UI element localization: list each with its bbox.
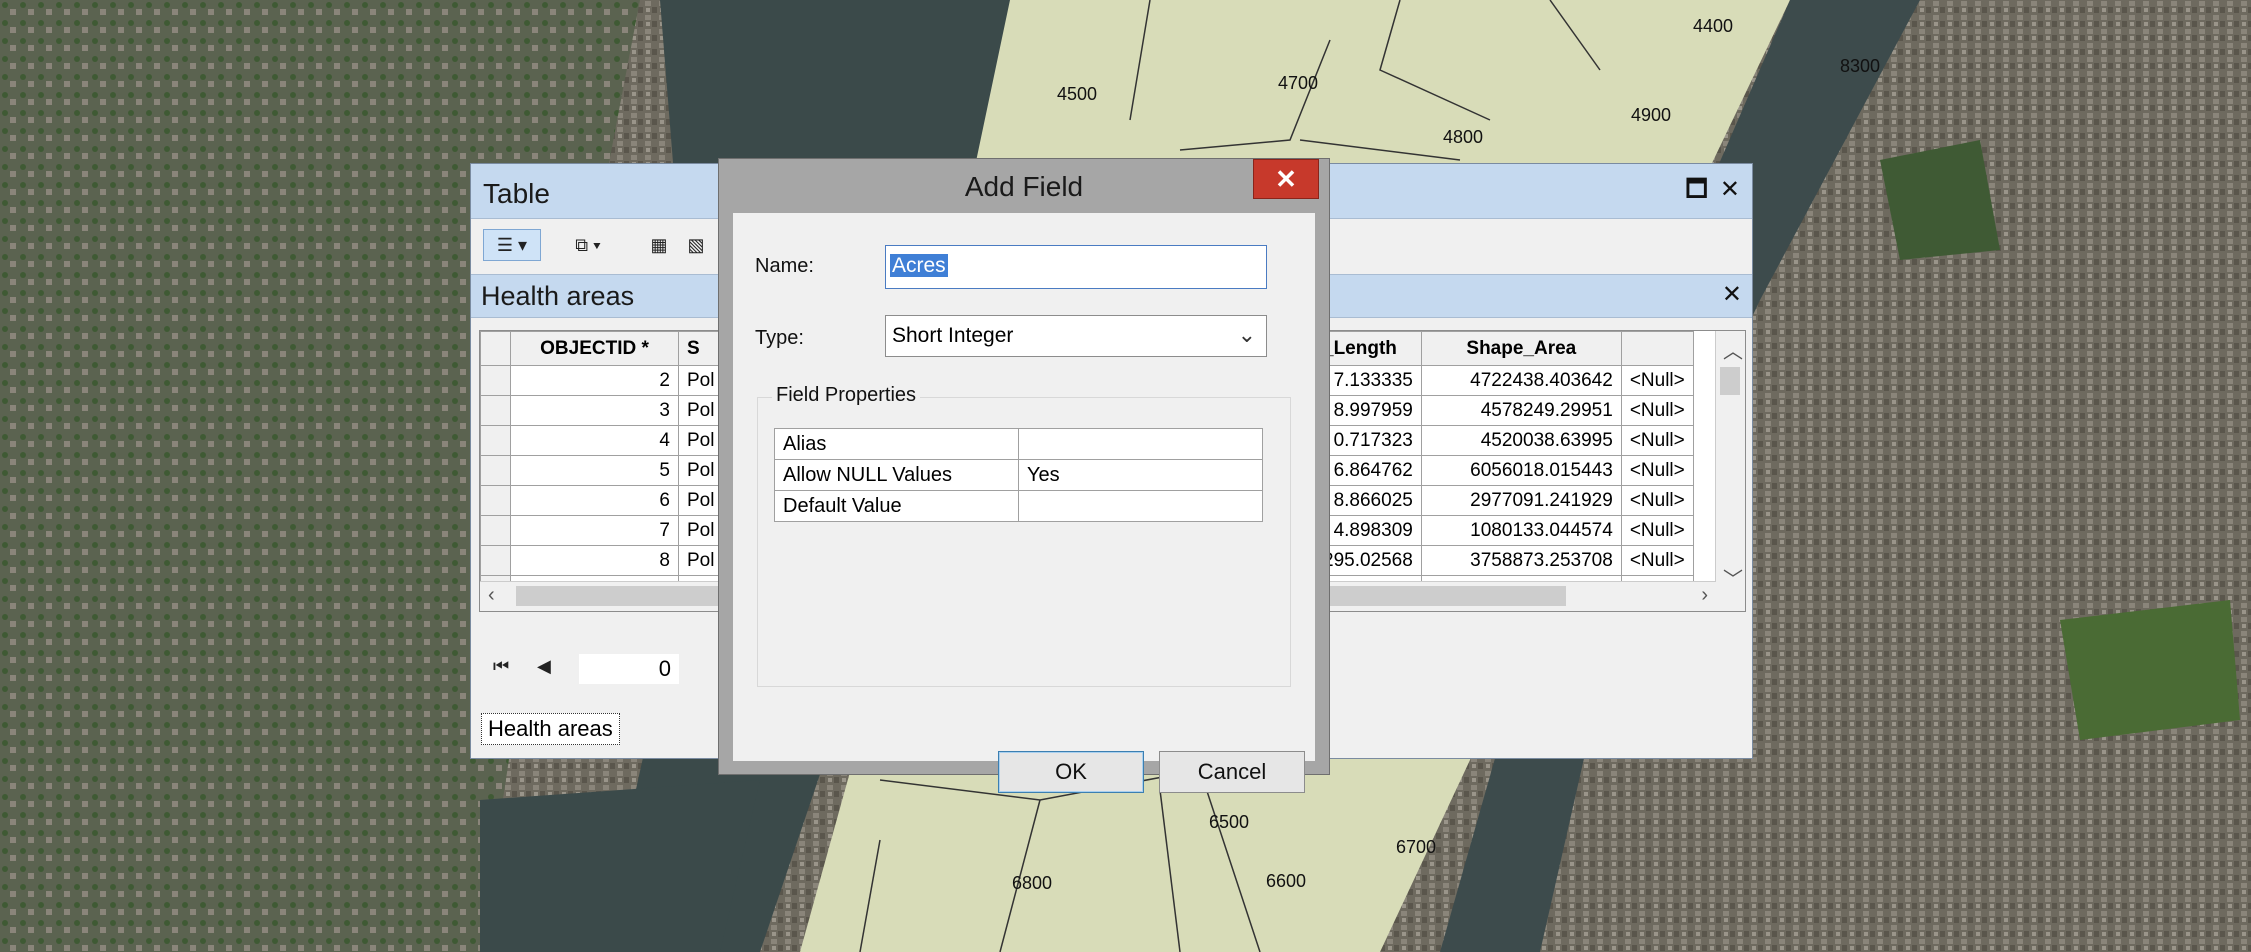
chevron-down-icon[interactable]: ⌄: [1238, 322, 1256, 348]
add-field-dialog: Add Field ✕ Name: Acres Type: Short Inte…: [718, 158, 1330, 793]
cell-shape-area[interactable]: 6056018.015443: [1420, 455, 1622, 486]
field-properties-legend: Field Properties: [772, 384, 921, 407]
cell-extra[interactable]: <Null>: [1620, 515, 1694, 546]
row-selector-header[interactable]: [480, 331, 511, 366]
cell-shape-length[interactable]: 295.02568: [1314, 545, 1422, 576]
property-value[interactable]: [1018, 428, 1263, 460]
cell-shape-length[interactable]: 7.133335: [1314, 365, 1422, 396]
first-record-icon[interactable]: ⏮: [493, 656, 509, 677]
dialog-body: Name: Acres Type: Short Integer ⌄ Field …: [733, 213, 1315, 793]
select-by-attributes-button[interactable]: ▦: [641, 229, 677, 261]
row-selector[interactable]: [480, 545, 511, 576]
switch-selection-icon: ▧: [687, 234, 705, 255]
property-row[interactable]: Alias: [774, 428, 1263, 460]
cell-objectid[interactable]: 7: [510, 515, 679, 546]
scroll-down-icon[interactable]: ﹀: [1723, 563, 1743, 592]
row-selector[interactable]: [480, 515, 511, 546]
cell-extra[interactable]: <Null>: [1620, 545, 1694, 576]
table-title: Table: [483, 178, 550, 209]
scroll-left-icon[interactable]: ‹: [488, 584, 495, 607]
map-label-4500: 4500: [1057, 84, 1098, 104]
cell-shape-area[interactable]: 1080133.044574: [1420, 515, 1622, 546]
cell-shape-area[interactable]: 3758873.253708: [1420, 545, 1622, 576]
name-input-value: Acres: [890, 254, 948, 277]
maximize-icon[interactable]: 🗖: [1685, 178, 1708, 202]
column-header-shape-length[interactable]: _Length: [1314, 331, 1422, 366]
map-label-4400: 4400: [1693, 16, 1734, 36]
cell-shape-area[interactable]: 2977091.241929: [1420, 485, 1622, 516]
row-selector[interactable]: [480, 425, 511, 456]
field-properties-table: Alias Allow NULL Values Yes Default Valu…: [774, 428, 1263, 522]
close-icon: ✕: [1275, 164, 1297, 194]
vertical-scrollbar[interactable]: ︿ ﹀: [1715, 331, 1745, 611]
close-icon[interactable]: ✕: [1720, 178, 1740, 202]
property-row[interactable]: Default Value: [774, 490, 1263, 522]
switch-selection-button[interactable]: ▧: [681, 229, 711, 261]
row-selector[interactable]: [480, 365, 511, 396]
map-label-6600: 6600: [1266, 871, 1307, 891]
map-label-4800: 4800: [1443, 127, 1484, 147]
property-value[interactable]: [1018, 490, 1263, 522]
row-selector[interactable]: [480, 455, 511, 486]
cell-objectid[interactable]: 2: [510, 365, 679, 396]
cell-shape-area[interactable]: 4520038.63995: [1420, 425, 1622, 456]
map-label-8300: 8300: [1840, 56, 1881, 76]
field-properties-group: Field Properties Alias Allow NULL Values…: [757, 384, 1291, 687]
related-tables-button[interactable]: ⧉ ▾: [559, 229, 617, 261]
dialog-close-button[interactable]: ✕: [1253, 159, 1319, 199]
cell-shape-area[interactable]: 4578249.29951: [1420, 395, 1622, 426]
table-options-button[interactable]: ☰ ▾: [483, 229, 541, 261]
scroll-thumb[interactable]: [1720, 367, 1740, 395]
column-header-extra[interactable]: [1620, 331, 1694, 366]
map-label-6700: 6700: [1396, 837, 1437, 857]
related-tables-icon: ⧉ ▾: [575, 234, 601, 255]
property-key: Alias: [774, 428, 1019, 460]
cell-extra[interactable]: <Null>: [1620, 425, 1694, 456]
cancel-button[interactable]: Cancel: [1159, 751, 1305, 793]
cell-shape-length[interactable]: 0.717323: [1314, 425, 1422, 456]
column-header-objectid[interactable]: OBJECTID *: [510, 331, 679, 366]
map-label-6500: 6500: [1209, 812, 1250, 832]
name-input[interactable]: Acres: [885, 245, 1267, 289]
scroll-right-icon[interactable]: ›: [1701, 584, 1708, 607]
column-header-shape-area[interactable]: Shape_Area: [1420, 331, 1622, 366]
scroll-up-icon[interactable]: ︿: [1723, 335, 1743, 364]
property-row[interactable]: Allow NULL Values Yes: [774, 459, 1263, 491]
select-by-attributes-icon: ▦: [650, 234, 668, 255]
cell-extra[interactable]: <Null>: [1620, 365, 1694, 396]
table-tab-title: Health areas: [481, 281, 635, 311]
dialog-title: Add Field: [964, 171, 1084, 202]
cell-shape-area[interactable]: 4722438.403642: [1420, 365, 1622, 396]
tab-health-areas[interactable]: Health areas: [481, 713, 620, 745]
tab-close-icon[interactable]: ✕: [1722, 283, 1742, 307]
cell-shape-length[interactable]: 4.898309: [1314, 515, 1422, 546]
current-record-field[interactable]: 0: [579, 654, 679, 684]
cell-objectid[interactable]: 3: [510, 395, 679, 426]
map-label-4900: 4900: [1631, 105, 1672, 125]
property-key: Allow NULL Values: [774, 459, 1019, 491]
property-value[interactable]: Yes: [1018, 459, 1263, 491]
name-label: Name:: [755, 255, 814, 277]
cell-shape-length[interactable]: 8.866025: [1314, 485, 1422, 516]
cell-objectid[interactable]: 4: [510, 425, 679, 456]
row-selector[interactable]: [480, 485, 511, 516]
ok-button[interactable]: OK: [998, 751, 1144, 793]
table-options-icon: ☰ ▾: [496, 234, 528, 255]
type-label: Type:: [755, 327, 804, 349]
row-selector[interactable]: [480, 395, 511, 426]
cell-shape-length[interactable]: 8.997959: [1314, 395, 1422, 426]
cell-objectid[interactable]: 5: [510, 455, 679, 486]
type-select-value: Short Integer: [892, 324, 1014, 347]
cell-extra[interactable]: <Null>: [1620, 455, 1694, 486]
cell-extra[interactable]: <Null>: [1620, 485, 1694, 516]
cell-objectid[interactable]: 6: [510, 485, 679, 516]
map-label-6800: 6800: [1012, 873, 1053, 893]
cell-extra[interactable]: <Null>: [1620, 395, 1694, 426]
previous-record-icon[interactable]: ◀: [537, 656, 551, 677]
cell-shape-length[interactable]: 6.864762: [1314, 455, 1422, 486]
map-label-4700: 4700: [1278, 73, 1319, 93]
property-key: Default Value: [774, 490, 1019, 522]
type-select[interactable]: Short Integer ⌄: [885, 315, 1267, 357]
cell-objectid[interactable]: 8: [510, 545, 679, 576]
